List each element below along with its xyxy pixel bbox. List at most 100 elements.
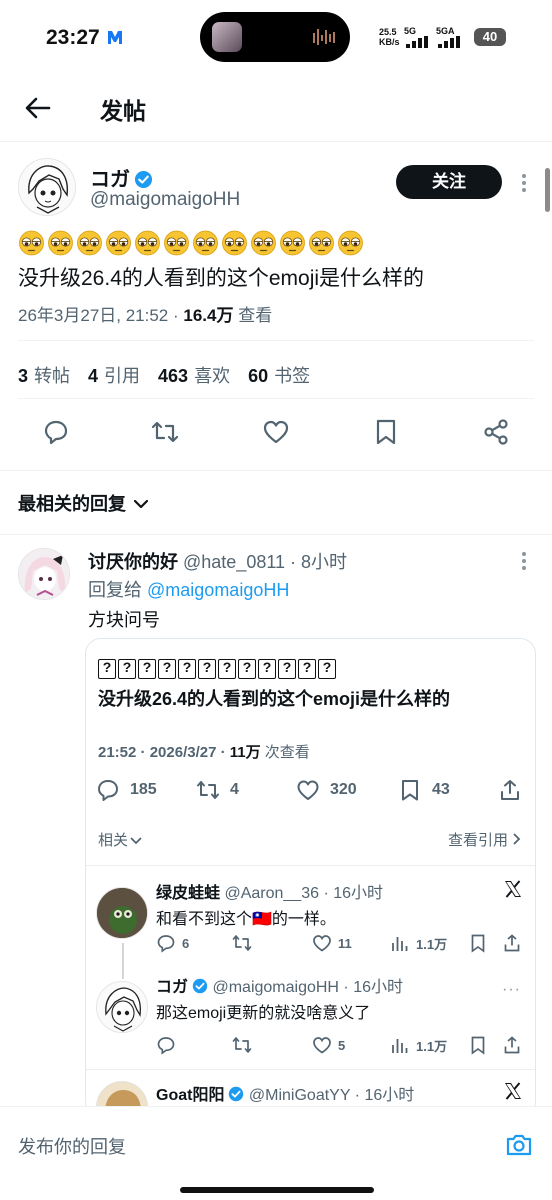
missing-glyph-box	[278, 659, 296, 679]
comment-author-row: Goat阳阳 @MiniGoatYY · 16小时	[156, 1081, 414, 1105]
comment-bookmark	[468, 1035, 488, 1055]
more-options-icon: ···	[502, 981, 521, 998]
verified-badge-icon	[192, 978, 208, 994]
bookmark-icon	[402, 780, 418, 801]
back-arrow-icon[interactable]	[24, 94, 52, 122]
comment-like-count: 5	[338, 1037, 346, 1053]
new-emoji-face	[106, 230, 131, 256]
comment-share	[502, 1035, 522, 1055]
embed-related: 相关	[98, 829, 142, 850]
more-options-icon[interactable]	[521, 174, 527, 195]
bookmarks-count: 60	[248, 366, 269, 386]
quotes-stat[interactable]: 4 引用	[88, 362, 140, 388]
comment-bookmark	[468, 933, 488, 953]
reply-more-options-icon[interactable]	[521, 552, 527, 573]
embed-comment: 绿皮蛙蛙 @Aaron__36 · 16小时 和看不到这个🇹🇼的一样。 6 11…	[86, 875, 535, 979]
embed-repost: 4	[196, 777, 239, 803]
comment-repost	[232, 1035, 252, 1055]
sim2-label: 5GA	[436, 26, 455, 36]
sim1-label: 5G	[404, 26, 417, 36]
missing-glyph-box	[218, 659, 236, 679]
signal-icon-2	[438, 36, 460, 48]
embed-view-quotes: 查看引用	[448, 829, 521, 850]
top-app-bar: 发帖	[0, 76, 552, 142]
verified-badge-icon	[229, 1086, 244, 1102]
divider	[86, 865, 535, 866]
missing-glyph-box	[198, 659, 216, 679]
like-heart-icon[interactable]	[262, 418, 290, 446]
reposts-stat[interactable]: 3 转帖	[18, 362, 70, 388]
divider	[18, 340, 534, 341]
divider	[0, 534, 552, 535]
share-icon[interactable]	[482, 418, 510, 446]
reply-author-name[interactable]: 讨厌你的好	[88, 552, 178, 572]
reply-author-handle[interactable]: @hate_0811 · 8小时	[183, 552, 347, 572]
author-handle[interactable]: @maigomaigoHH	[90, 189, 240, 211]
missing-glyph-box	[238, 659, 256, 679]
net-speed: 25.5 KB/s	[379, 27, 400, 47]
embed-action-bar: 185 4 320 43	[86, 777, 535, 805]
comment-repost	[232, 933, 258, 953]
repost-icon	[232, 935, 252, 951]
missing-glyph-box	[138, 659, 156, 679]
post-action-bar	[0, 418, 552, 454]
status-bar: 23:27 25.5 KB/s 5G 5GA 40	[0, 0, 552, 76]
chevron-right-icon	[513, 833, 521, 845]
comment-text: 和看不到这个🇹🇼的一样。	[156, 911, 336, 928]
home-indicator[interactable]	[180, 1187, 374, 1193]
comment-views: 1.1万	[390, 933, 447, 953]
divider	[18, 398, 534, 399]
author-avatar[interactable]	[18, 158, 76, 216]
follow-button[interactable]: 关注	[396, 165, 502, 199]
embed-share	[498, 777, 522, 803]
reply-sort-dropdown[interactable]: 最相关的回复	[18, 490, 148, 516]
missing-glyph-box	[298, 659, 316, 679]
now-playing-artwork	[212, 22, 242, 52]
new-emoji-face	[338, 230, 363, 256]
post-views-label: 查看	[233, 306, 273, 325]
bookmark-icon[interactable]	[372, 418, 400, 446]
author-name[interactable]: コガ	[90, 169, 130, 191]
embed-quotes-label: 查看引用	[447, 832, 508, 849]
bookmarks-stat[interactable]: 60 书签	[248, 362, 310, 388]
missing-glyph-row	[98, 659, 336, 679]
verified-badge-icon	[134, 170, 153, 189]
new-emoji-face	[309, 230, 334, 256]
new-emoji-face	[280, 230, 305, 256]
reply-author-row[interactable]: 讨厌你的好 @hate_0811 · 8小时	[88, 548, 347, 574]
reply-input[interactable]: 发布你的回复	[18, 1133, 126, 1159]
likes-stat[interactable]: 463 喜欢	[158, 362, 230, 388]
reply-icon[interactable]	[42, 418, 70, 446]
embed-repost-count: 4	[230, 781, 239, 798]
reply-avatar[interactable]	[18, 548, 70, 600]
comment-author-row: 绿皮蛙蛙 @Aaron__36 · 16小时	[156, 879, 383, 903]
author-name-row[interactable]: コガ	[90, 163, 153, 192]
comment-reply: 6	[156, 933, 189, 953]
reply-icon	[157, 935, 175, 953]
comment-author-handle: @Aaron__36 · 16小时	[224, 885, 384, 902]
comment-author-name: コガ	[156, 979, 189, 996]
analytics-icon	[392, 1039, 408, 1053]
reply-to-handle[interactable]: @maigomaigoHH	[147, 580, 289, 600]
dynamic-island[interactable]	[200, 12, 350, 62]
repost-icon[interactable]	[151, 418, 179, 446]
quotes-label: 引用	[104, 366, 141, 386]
comment-text: 那这emoji更新的就没啥意义了	[156, 1005, 371, 1022]
comment-action-bar: 5 1.1万	[156, 1035, 526, 1057]
quotes-count: 4	[88, 366, 99, 386]
post-stats: 3 转帖 4 引用 463 喜欢 60 书签	[18, 362, 310, 388]
reply-icon	[98, 780, 118, 801]
camera-icon[interactable]	[505, 1131, 533, 1159]
reply-attached-image[interactable]: 没升级26.4的人看到的这个emoji是什么样的 21:52 · 2026/3/…	[85, 638, 536, 1118]
comment-reply	[156, 1035, 176, 1055]
comment-avatar	[96, 981, 148, 1033]
scrollbar[interactable]	[545, 168, 550, 212]
share-upload-icon	[504, 1036, 520, 1054]
missing-glyph-box	[318, 659, 336, 679]
repost-icon	[197, 781, 219, 799]
post-date: 26年3月27日, 21:52 ·	[18, 306, 184, 325]
comment-share	[502, 933, 522, 953]
embed-bookmark: 43	[398, 777, 450, 803]
share-upload-icon	[501, 780, 519, 800]
divider	[0, 470, 552, 471]
